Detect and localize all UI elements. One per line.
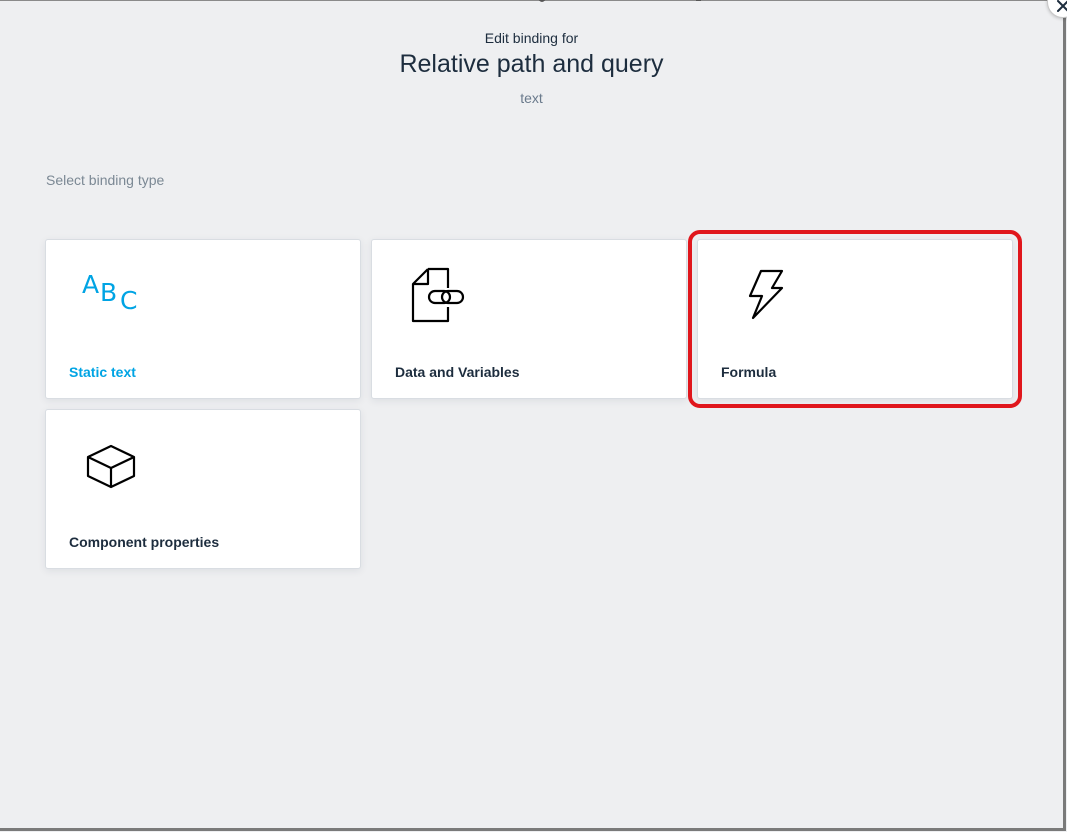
edit-binding-dialog: Edit binding for Relative path and query… [0, 0, 1067, 831]
card-data-and-variables[interactable]: Data and Variables [371, 239, 687, 399]
document-link-icon [410, 266, 470, 326]
dialog-title: Relative path and query [399, 50, 664, 78]
card-label-static-text: Static text [69, 364, 136, 380]
top-handle [538, 0, 546, 2]
lightning-icon [744, 268, 804, 328]
card-formula[interactable]: Formula [688, 230, 1022, 408]
dialog-header: Edit binding for Relative path and query… [0, 28, 1063, 108]
abc-icon: A B C [82, 270, 138, 315]
close-icon [1057, 0, 1067, 12]
card-label-formula: Formula [721, 364, 777, 380]
dialog-eyebrow: Edit binding for [484, 30, 579, 46]
dialog-subtitle: text [520, 90, 543, 106]
close-button[interactable] [1047, 0, 1067, 18]
card-label-data-and-variables: Data and Variables [395, 364, 520, 380]
card-component-properties[interactable]: Component properties [45, 409, 361, 569]
top-border [0, 0, 1063, 1]
top-marker [696, 0, 701, 1]
card-static-text[interactable]: A B C Static text [45, 239, 361, 399]
section-label: Select binding type [46, 172, 165, 188]
card-label-component-properties: Component properties [69, 534, 220, 550]
cube-icon [86, 444, 146, 504]
